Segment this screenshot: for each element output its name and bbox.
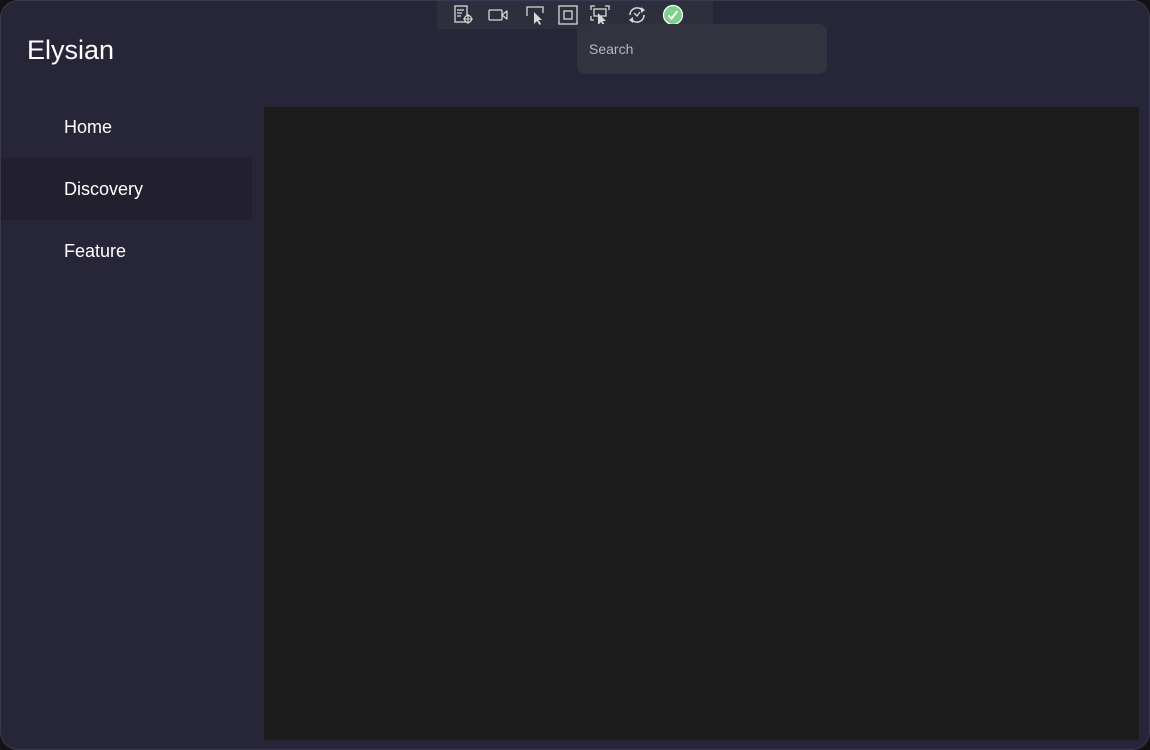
sidebar-item-discovery[interactable]: Discovery [1, 158, 252, 220]
binding-status-check-icon[interactable] [661, 4, 685, 26]
sidebar-item-feature[interactable]: Feature [1, 220, 252, 282]
display-layout-adorners-icon[interactable] [556, 4, 580, 26]
sidebar-nav: Home Discovery Feature [1, 96, 252, 282]
app-window: Elysian Search Home Discovery Feature [0, 0, 1150, 750]
app-title: Elysian [27, 35, 115, 65]
sidebar-item-label: Feature [64, 240, 127, 261]
search-input[interactable] [589, 41, 815, 57]
sidebar-item-label: Discovery [64, 178, 144, 199]
hot-reload-icon[interactable] [625, 4, 649, 26]
record-video-icon[interactable] [486, 4, 510, 26]
content-frame [264, 107, 1139, 740]
sidebar-item-home[interactable]: Home [1, 96, 252, 158]
sidebar-item-label: Home [64, 116, 113, 137]
select-element-icon[interactable] [524, 4, 548, 26]
live-visual-tree-icon[interactable] [452, 4, 476, 26]
search-box[interactable] [577, 24, 827, 74]
track-focused-element-icon[interactable] [588, 4, 612, 26]
